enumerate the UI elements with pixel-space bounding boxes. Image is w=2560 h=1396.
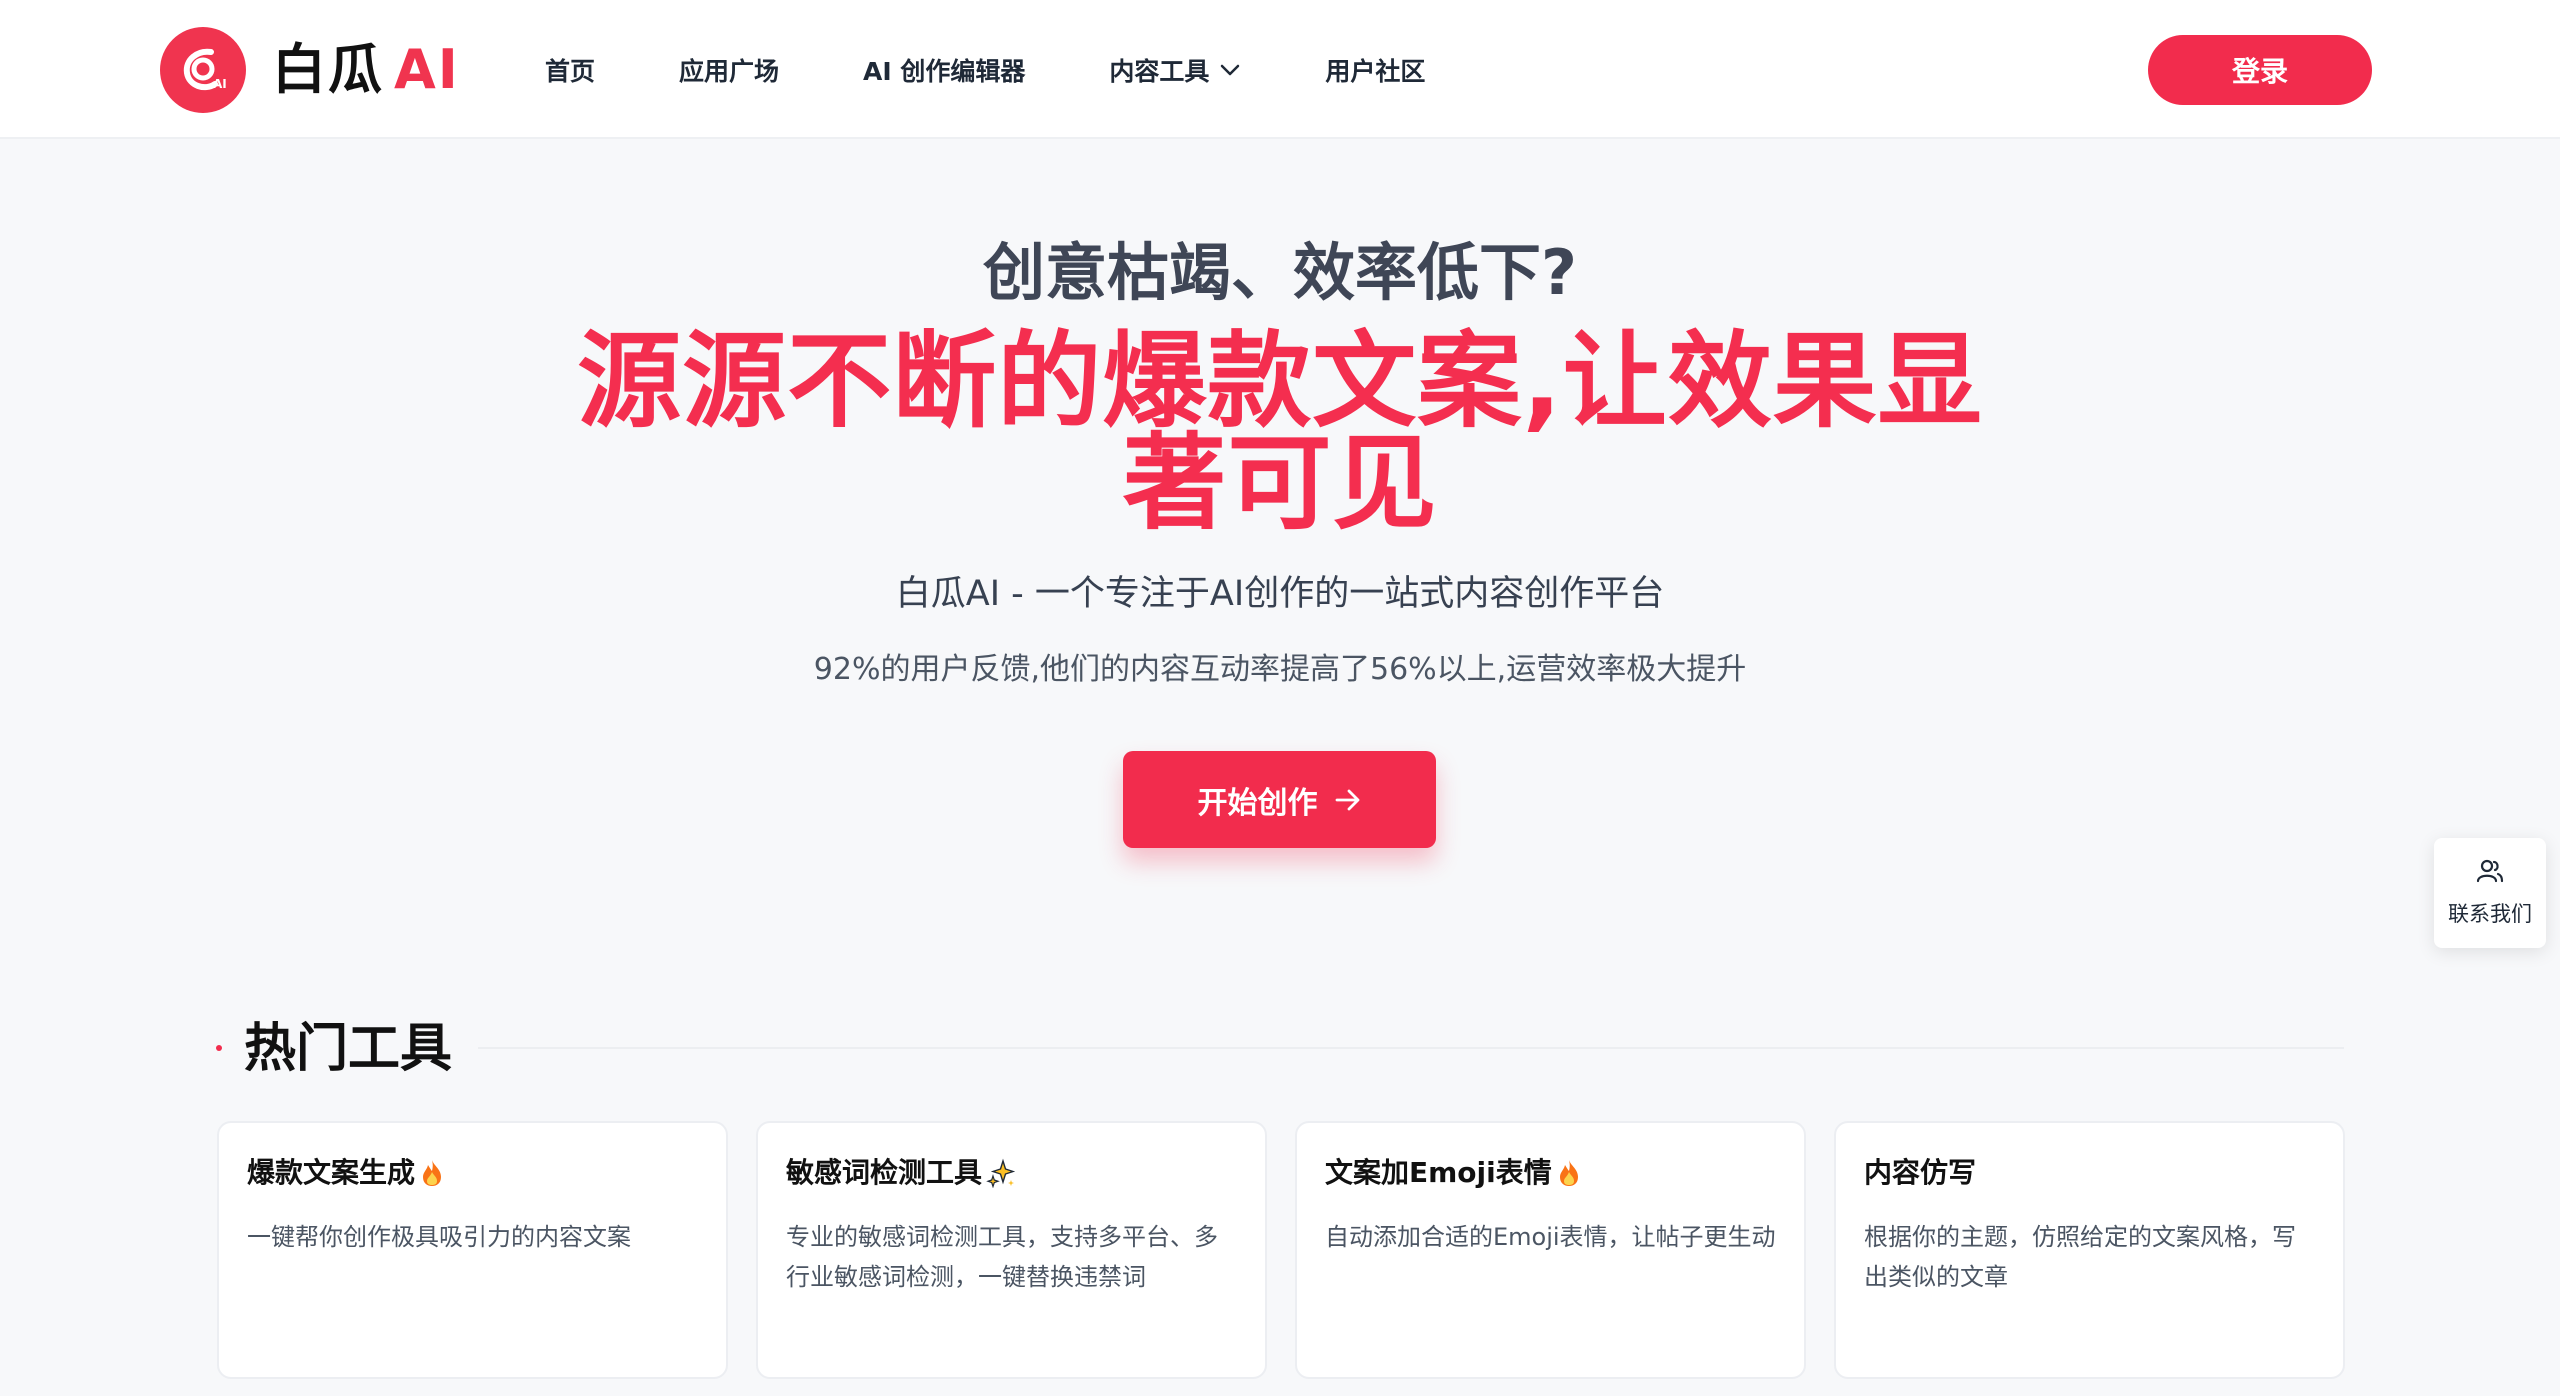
nav-app-plaza[interactable]: 应用广场: [679, 52, 779, 88]
nav-ai-editor[interactable]: AI 创作编辑器: [863, 52, 1025, 88]
tool-card-title-row: 爆款文案生成: [247, 1151, 698, 1195]
logo-wordmark: 白瓜 AI: [272, 27, 460, 113]
tool-card-title-row: 内容仿写: [1864, 1151, 2315, 1195]
nav-app-plaza-label: 应用广场: [679, 56, 780, 86]
tool-card-description: 专业的敏感词检测工具，支持多平台、多行业敏感词检测，一键替换违禁词: [786, 1223, 1218, 1291]
main-nav: 首页 应用广场 AI 创作编辑器 内容工具 用户社区: [545, 0, 1509, 139]
login-button[interactable]: 登录: [2148, 35, 2372, 105]
tool-card[interactable]: 爆款文案生成 一键帮你创作极具吸引力的内容文案: [217, 1121, 728, 1379]
logo-text: 白瓜: [272, 38, 384, 101]
chevron-down-icon: [1219, 63, 1241, 77]
brand-logo[interactable]: AI 白瓜 AI: [160, 27, 460, 113]
hero-question: 创意枯竭、效率低下?: [983, 236, 1577, 309]
top-nav-bar: AI 白瓜 AI 首页 应用广场 AI 创作编辑器 内容工具 用户社区 登录: [0, 0, 2560, 139]
svg-text:AI: AI: [213, 77, 227, 91]
nav-community-label: 用户社区: [1325, 56, 1426, 86]
tool-card-title: 内容仿写: [1864, 1156, 1977, 1189]
fire-icon: [1556, 1158, 1582, 1188]
start-creating-label: 开始创作: [1197, 785, 1318, 821]
section-divider: [478, 1047, 2344, 1049]
hero-subtitle: 白瓜AI - 一个专注于AI创作的一站式内容创作平台: [895, 574, 1665, 614]
nav-ai-editor-label: AI 创作编辑器: [863, 56, 1026, 86]
nav-content-tools[interactable]: 内容工具: [1109, 52, 1241, 88]
tool-card-title: 敏感词检测工具: [786, 1156, 983, 1189]
tool-card-list: 爆款文案生成 一键帮你创作极具吸引力的内容文案 敏感词检测工具 专业的敏感词检测…: [217, 1121, 2345, 1379]
nav-home-label: 首页: [545, 56, 596, 86]
arrow-right-icon: [1334, 788, 1362, 812]
contact-us-label: 联系我们: [2448, 902, 2532, 926]
nav-community[interactable]: 用户社区: [1325, 52, 1425, 88]
tool-card-description: 一键帮你创作极具吸引力的内容文案: [247, 1223, 631, 1251]
tool-card-description: 自动添加合适的Emoji表情，让帖子更生动: [1325, 1223, 1776, 1251]
nav-home[interactable]: 首页: [545, 52, 595, 88]
section-accent-dot: [216, 1045, 222, 1051]
hero-headline: 源源不断的爆款文案,让效果显著可见: [577, 320, 1983, 544]
contact-us-float[interactable]: 联系我们: [2434, 838, 2546, 948]
section-title: 热门工具: [244, 1019, 453, 1079]
logo-ai-text: AI: [394, 38, 460, 101]
users-icon: [2475, 858, 2505, 888]
logo-badge-icon: AI: [160, 27, 246, 113]
tool-card-title-row: 敏感词检测工具: [786, 1151, 1237, 1195]
tool-card-title: 爆款文案生成: [247, 1156, 416, 1189]
tool-card[interactable]: 内容仿写 根据你的主题，仿照给定的文案风格，写出类似的文章: [1834, 1121, 2345, 1379]
tool-card-title-row: 文案加Emoji表情: [1325, 1151, 1776, 1195]
tool-card[interactable]: 敏感词检测工具 专业的敏感词检测工具，支持多平台、多行业敏感词检测，一键替换违禁…: [756, 1121, 1267, 1379]
nav-content-tools-label: 内容工具: [1109, 56, 1210, 86]
tool-card[interactable]: 文案加Emoji表情 自动添加合适的Emoji表情，让帖子更生动: [1295, 1121, 1806, 1379]
fire-icon: [419, 1158, 445, 1188]
tool-card-title: 文案加Emoji表情: [1325, 1156, 1552, 1189]
tool-card-description: 根据你的主题，仿照给定的文案风格，写出类似的文章: [1864, 1223, 2296, 1291]
start-creating-button[interactable]: 开始创作: [1123, 751, 1436, 848]
hero-stat: 92%的用户反馈,他们的内容互动率提高了56%以上,运营效率极大提升: [813, 652, 1747, 687]
sparkles-icon: [986, 1158, 1016, 1188]
